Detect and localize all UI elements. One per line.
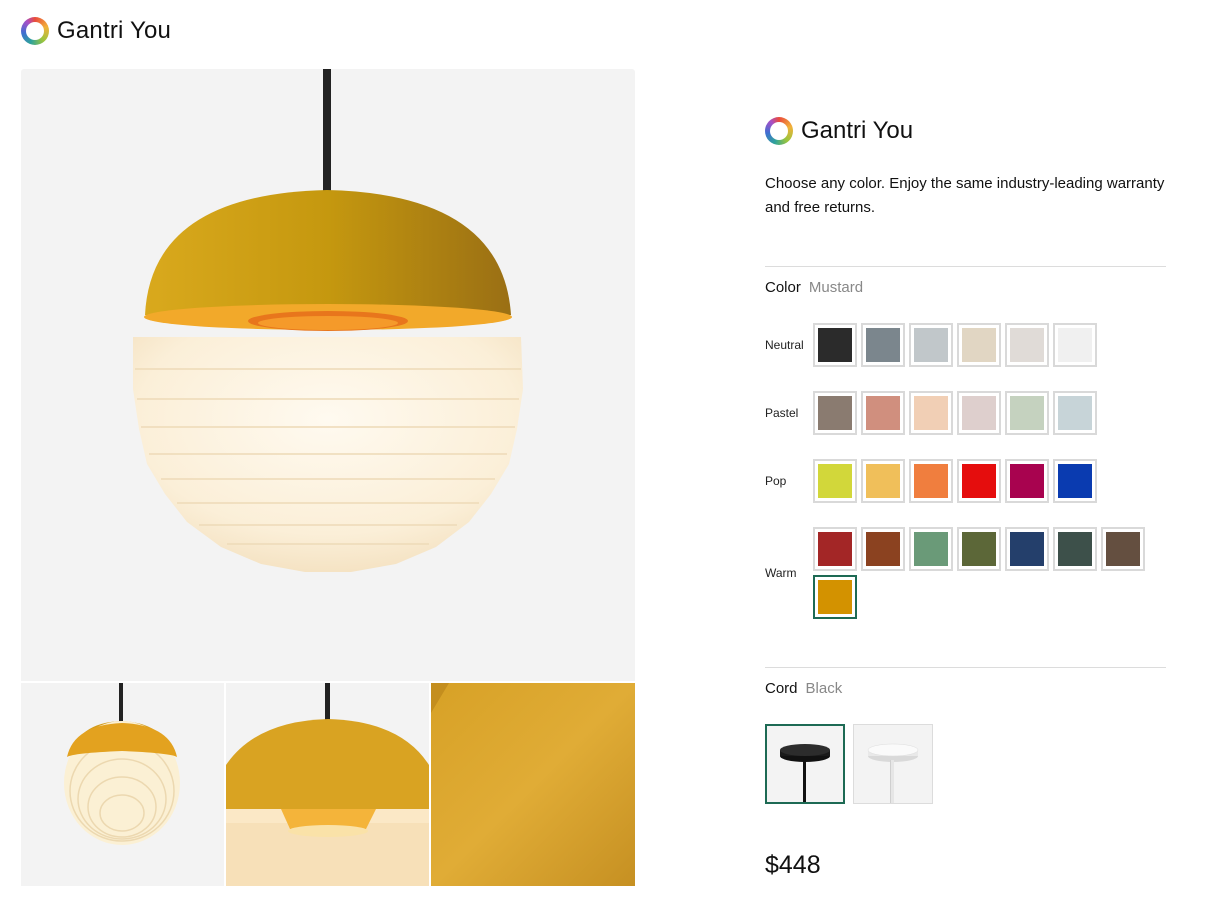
color-swatch-warm-3[interactable] bbox=[909, 527, 953, 571]
thumbnail-shade-closeup[interactable] bbox=[226, 683, 429, 886]
pendant-lamp-illustration bbox=[133, 69, 523, 572]
color-swatch-neutral-6[interactable] bbox=[1053, 323, 1097, 367]
thumbnail-pendant-full[interactable] bbox=[21, 683, 224, 886]
color-swatch-warm-4[interactable] bbox=[957, 527, 1001, 571]
cord-label-text: Cord bbox=[765, 680, 798, 697]
swatch-fill bbox=[818, 464, 852, 498]
color-swatch-neutral-5[interactable] bbox=[1005, 323, 1049, 367]
color-ring-logo-icon bbox=[21, 17, 49, 45]
main-product-image[interactable] bbox=[21, 69, 635, 681]
color-swatch-warm-2[interactable] bbox=[861, 527, 905, 571]
swatch-fill bbox=[866, 328, 900, 362]
swatch-fill bbox=[1010, 464, 1044, 498]
swatch-fill bbox=[866, 464, 900, 498]
thumbnail-mustard-texture[interactable] bbox=[431, 683, 635, 886]
swatch-fill bbox=[962, 328, 996, 362]
group-label-neutral: Neutral bbox=[765, 338, 804, 352]
swatch-fill bbox=[1058, 464, 1092, 498]
color-swatch-warm-1[interactable] bbox=[813, 527, 857, 571]
color-label-text: Color bbox=[765, 279, 801, 296]
swatch-fill bbox=[818, 328, 852, 362]
cord-option-black[interactable] bbox=[765, 724, 845, 804]
color-swatch-pastel-3[interactable] bbox=[909, 391, 953, 435]
shade-closeup-illustration bbox=[226, 683, 429, 886]
site-brand-name: Gantri You bbox=[57, 17, 172, 44]
color-swatch-warm-6[interactable] bbox=[1053, 527, 1097, 571]
selected-color-name: Mustard bbox=[808, 279, 864, 296]
swatch-fill bbox=[818, 396, 852, 430]
divider bbox=[765, 667, 1166, 668]
swatch-fill bbox=[866, 532, 900, 566]
color-swatch-pop-5[interactable] bbox=[1005, 459, 1049, 503]
swatch-fill bbox=[1010, 328, 1044, 362]
swatch-fill bbox=[1010, 532, 1044, 566]
color-swatch-pastel-2[interactable] bbox=[861, 391, 905, 435]
color-swatch-neutral-4[interactable] bbox=[957, 323, 1001, 367]
mustard-texture-illustration bbox=[431, 683, 635, 886]
color-ring-logo-icon bbox=[765, 117, 793, 145]
color-swatch-neutral-1[interactable] bbox=[813, 323, 857, 367]
black-cord-canopy-icon bbox=[780, 744, 830, 802]
white-cord-canopy-icon bbox=[867, 743, 919, 803]
swatch-fill bbox=[962, 396, 996, 430]
group-label-pastel: Pastel bbox=[765, 406, 799, 420]
swatch-fill bbox=[818, 532, 852, 566]
swatch-fill bbox=[1058, 328, 1092, 362]
color-swatch-pastel-1[interactable] bbox=[813, 391, 857, 435]
site-logo[interactable]: Gantri You bbox=[21, 17, 171, 45]
group-label-warm: Warm bbox=[765, 566, 797, 580]
color-swatch-pastel-4[interactable] bbox=[957, 391, 1001, 435]
swatch-fill bbox=[962, 532, 996, 566]
color-swatch-warm-5[interactable] bbox=[1005, 527, 1049, 571]
swatch-fill bbox=[866, 396, 900, 430]
swatch-fill bbox=[1106, 532, 1140, 566]
selected-cord-name: Black bbox=[805, 680, 843, 697]
swatch-fill bbox=[1058, 532, 1092, 566]
color-swatch-warm-8[interactable] bbox=[813, 575, 857, 619]
color-option-label: Color Mustard bbox=[765, 279, 863, 296]
color-swatch-pastel-6[interactable] bbox=[1053, 391, 1097, 435]
divider bbox=[765, 266, 1166, 267]
color-swatch-pop-4[interactable] bbox=[957, 459, 1001, 503]
swatch-fill bbox=[1058, 396, 1092, 430]
cord-option-label: Cord Black bbox=[765, 680, 842, 697]
pendant-thumbnail-illustration bbox=[21, 683, 224, 886]
color-swatch-pop-1[interactable] bbox=[813, 459, 857, 503]
product-price: $448 bbox=[765, 851, 821, 879]
swatch-fill bbox=[914, 464, 948, 498]
group-label-pop: Pop bbox=[765, 474, 787, 488]
swatch-fill bbox=[914, 328, 948, 362]
color-swatch-pastel-5[interactable] bbox=[1005, 391, 1049, 435]
swatch-fill bbox=[914, 532, 948, 566]
color-swatch-warm-7[interactable] bbox=[1101, 527, 1145, 571]
swatch-fill bbox=[914, 396, 948, 430]
color-swatch-neutral-3[interactable] bbox=[909, 323, 953, 367]
swatch-fill bbox=[962, 464, 996, 498]
product-brand: Gantri You bbox=[765, 117, 913, 145]
color-swatch-neutral-2[interactable] bbox=[861, 323, 905, 367]
product-description: Choose any color. Enjoy the same industr… bbox=[765, 175, 1165, 216]
color-swatch-pop-6[interactable] bbox=[1053, 459, 1097, 503]
swatch-fill bbox=[818, 580, 852, 614]
cord-option-white[interactable] bbox=[853, 724, 933, 804]
swatch-fill bbox=[1010, 396, 1044, 430]
color-swatch-pop-2[interactable] bbox=[861, 459, 905, 503]
color-swatch-pop-3[interactable] bbox=[909, 459, 953, 503]
product-brand-name: Gantri You bbox=[801, 117, 914, 144]
